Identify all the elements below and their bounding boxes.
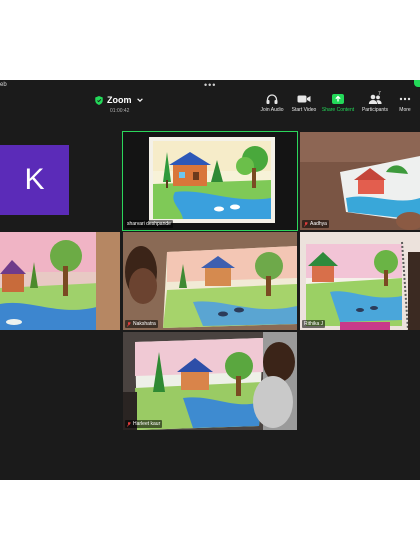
video-camera-icon: [297, 95, 311, 102]
participants-label: Participants: [361, 107, 389, 113]
participant-name-tag: Harleet kaur: [125, 420, 163, 428]
share-content-label: Share Content: [321, 107, 355, 113]
meeting-app-name: Zoom: [107, 95, 132, 105]
video-tile-harleet[interactable]: Harleet kaur: [123, 332, 297, 430]
meeting-toolbar: Join Audio Start Video Share Content 7 P…: [255, 91, 417, 117]
painting-image: [123, 132, 297, 230]
participant-name: Aadhya: [310, 221, 327, 227]
more-button[interactable]: More: [393, 93, 417, 117]
painting-image: [0, 232, 120, 330]
participant-name-tag: Rithika J: [302, 320, 326, 328]
participant-name: Rithika J: [304, 321, 324, 327]
mic-muted-icon: [127, 421, 131, 427]
meeting-top-bar: eb ••• Zoom 01:00:42 Join Audio Start Vi…: [0, 80, 420, 126]
mic-muted-icon: [304, 221, 308, 227]
video-tile-painting[interactable]: [0, 232, 120, 330]
participant-name-tag: sharvari deshpande: [125, 220, 173, 228]
participant-name: Harleet kaur: [133, 421, 161, 427]
meeting-timer: 01:00:42: [110, 108, 130, 114]
headphones-icon: [266, 93, 278, 104]
participants-count: 7: [378, 91, 381, 97]
zoom-meeting-window: eb ••• Zoom 01:00:42 Join Audio Start Vi…: [0, 80, 420, 480]
share-content-button[interactable]: Share Content: [319, 93, 357, 117]
participants-button[interactable]: 7 Participants: [357, 91, 393, 117]
video-tile-nakshatra[interactable]: Nakshatra: [123, 232, 297, 330]
video-feed-image: [123, 332, 297, 430]
shield-icon: [95, 95, 103, 105]
participant-name: sharvari deshpande: [127, 221, 171, 227]
window-title-fragment: eb: [0, 82, 7, 88]
window-menu-dots[interactable]: •••: [204, 81, 216, 90]
participant-avatar[interactable]: K: [0, 145, 69, 215]
meeting-title-dropdown[interactable]: Zoom: [95, 95, 144, 105]
chevron-down-icon: [136, 98, 143, 102]
video-feed-image: [300, 132, 420, 230]
painting-image: [300, 232, 420, 330]
participant-name-tag: Aadhya: [302, 220, 329, 228]
avatar-initial: K: [24, 163, 45, 196]
participant-name-tag: Nakshatra: [125, 320, 158, 328]
status-indicator: [414, 80, 420, 87]
share-screen-icon: [332, 93, 344, 104]
video-tile-sharvari[interactable]: sharvari deshpande: [122, 131, 298, 231]
more-label: More: [399, 107, 411, 113]
mic-muted-icon: [127, 321, 131, 327]
video-tile-rithika[interactable]: Rithika J: [300, 232, 420, 330]
start-video-label: Start Video: [291, 107, 317, 113]
participant-name: Nakshatra: [133, 321, 156, 327]
video-feed-image: [123, 232, 297, 330]
join-audio-button[interactable]: Join Audio: [255, 93, 289, 117]
more-dots-icon: [399, 97, 411, 100]
start-video-button[interactable]: Start Video: [289, 93, 319, 117]
join-audio-label: Join Audio: [260, 107, 284, 113]
video-tile-aadhya[interactable]: Aadhya: [300, 132, 420, 230]
